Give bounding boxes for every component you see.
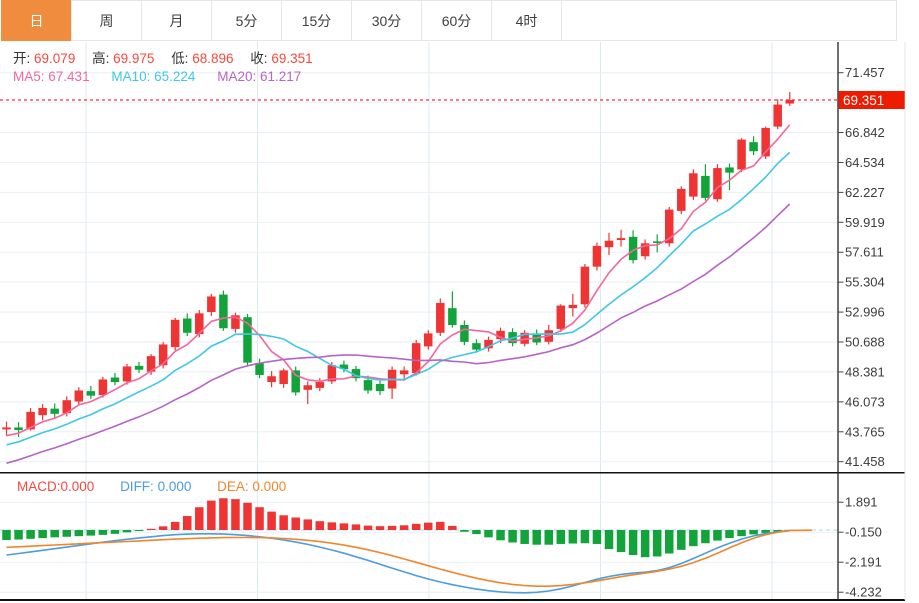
axis-tick-label: 64.534: [845, 155, 885, 170]
candle-body: [159, 344, 168, 365]
axis-tick-label: 62.227: [845, 185, 885, 200]
high-value: 69.975: [113, 51, 154, 66]
tab-15min[interactable]: 15分: [281, 0, 352, 41]
ma-legend: MA5: 67.431 MA10: 65.224 MA20: 61.217: [13, 69, 301, 84]
candle-body: [472, 343, 481, 349]
candle-body: [364, 380, 373, 390]
candle-body: [605, 241, 614, 247]
candle-body: [376, 384, 385, 391]
candle-body: [304, 385, 313, 390]
candle-body: [219, 295, 228, 329]
candle-body: [135, 366, 144, 370]
candle-body: [701, 176, 710, 198]
candle-body: [400, 370, 409, 374]
tab-day[interactable]: 日: [1, 0, 72, 41]
tab-30min[interactable]: 30分: [351, 0, 422, 41]
tab-4hour[interactable]: 4时: [491, 0, 562, 41]
axis-tick-label: 1.891: [845, 495, 878, 510]
candle-body: [267, 376, 276, 382]
tab-5min[interactable]: 5分: [211, 0, 282, 41]
price-axis: 71.457 66.842 64.534 62.227 59.919 57.611 55.3…: [838, 42, 885, 600]
candle-body: [87, 391, 96, 396]
dea-value: DEA: 0.000: [217, 479, 286, 494]
axis-tick-label: 48.381: [845, 364, 885, 379]
candle-body: [207, 296, 216, 312]
ma5-line: [7, 125, 790, 436]
candle-body: [436, 303, 445, 333]
candle-body: [593, 246, 602, 267]
macd-value: MACD:0.000: [17, 479, 94, 494]
candle-body: [617, 238, 626, 240]
close-label: 收:: [250, 51, 267, 66]
tab-month[interactable]: 月: [141, 0, 212, 41]
candle-body: [255, 363, 263, 375]
candle-body: [111, 378, 120, 383]
axis-tick-label: 55.304: [845, 275, 885, 290]
axis-tick-label: 71.457: [845, 65, 885, 80]
candle-body: [279, 370, 288, 384]
candle-body: [99, 379, 108, 395]
diff-value: DIFF: 0.000: [120, 479, 191, 494]
candle-body: [460, 325, 469, 342]
low-label: 低:: [171, 51, 188, 66]
candle-body: [183, 319, 192, 333]
candle-body: [773, 105, 782, 127]
axis-tick-label: -2.191: [845, 555, 882, 570]
candle-body: [737, 140, 746, 170]
ohlc-readout: 开: 69.079 高: 69.975 低: 68.896 收: 69.351: [13, 47, 326, 67]
macd-legend: MACD:0.000 DIFF: 0.000 DEA: 0.000: [17, 479, 286, 494]
candle-body: [14, 427, 22, 430]
axis-tick-label: 66.842: [845, 125, 885, 140]
candle-body: [38, 408, 47, 415]
candle-body: [677, 189, 686, 211]
candle-body: [291, 370, 300, 392]
current-price-label: 69.351: [843, 93, 884, 108]
axis-tick-label: 57.611: [845, 245, 884, 260]
candle-body: [569, 305, 578, 308]
tab-60min[interactable]: 60分: [421, 0, 492, 41]
candle-body: [749, 142, 758, 151]
axis-tick-label: -4.232: [845, 585, 882, 600]
tab-bar-filler: [561, 0, 897, 41]
tab-week[interactable]: 周: [71, 0, 142, 41]
high-label: 高:: [92, 51, 109, 66]
candle-body: [2, 427, 11, 429]
candle-body: [123, 366, 132, 381]
open-label: 开:: [13, 51, 30, 66]
candle-body: [50, 409, 59, 414]
candle-body: [713, 168, 722, 199]
axis-tick-label: 50.688: [845, 335, 885, 350]
candle-body: [75, 390, 84, 401]
candle-body: [557, 306, 566, 329]
ma20-legend: MA20: 61.217: [217, 69, 301, 84]
candle-body: [316, 382, 325, 388]
ma10-legend: MA10: 65.224: [111, 69, 195, 84]
axis-tick-label: 52.996: [845, 305, 885, 320]
candle-body: [448, 308, 457, 325]
candle-body: [725, 167, 734, 172]
grid-layer: [0, 42, 838, 600]
candle-body: [412, 343, 421, 373]
candle-body: [581, 267, 590, 305]
candle-body: [424, 333, 433, 346]
open-value: 69.079: [34, 51, 75, 66]
low-value: 68.896: [192, 51, 233, 66]
price-badge: 69.351: [839, 91, 905, 109]
ma10-line: [7, 152, 790, 445]
kline-macd-chart[interactable]: 71.457 66.842 64.534 62.227 59.919 57.611 55.3…: [0, 42, 919, 603]
axis-tick-label: 59.919: [845, 215, 885, 230]
close-value: 69.351: [271, 51, 312, 66]
axis-tick-label: 43.765: [845, 424, 885, 439]
candle-body: [689, 173, 698, 196]
macd-histogram: [2, 498, 794, 557]
trading-chart-app: 日 周 月 5分 15分 30分 60分 4时 开: 69.079 高: 69.…: [0, 0, 919, 603]
axis-tick-label: 41.458: [845, 454, 885, 469]
axis-tick-label: 46.073: [845, 394, 885, 409]
candle-body: [171, 320, 180, 347]
axis-tick-label: -0.150: [845, 525, 882, 540]
period-tab-bar: 日 周 月 5分 15分 30分 60分 4时: [2, 0, 897, 42]
ma5-legend: MA5: 67.431: [13, 69, 90, 84]
